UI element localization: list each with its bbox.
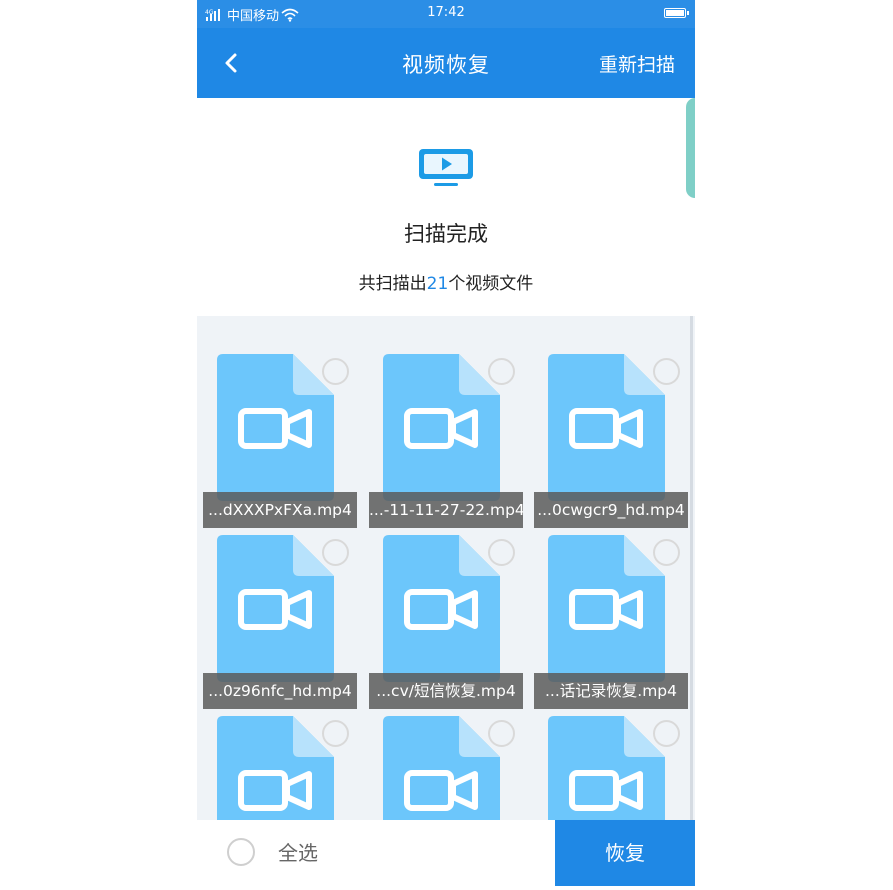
status-time: 17:42 [427,5,465,20]
scan-summary-prefix: 共扫描出 [358,274,427,294]
video-file-icon [217,716,334,820]
video-file-icon [217,354,334,501]
select-all-label: 全选 [278,841,318,865]
file-tile[interactable]: ...dXXXPxFXa.mp4 [197,332,357,528]
video-file-icon [383,354,500,501]
video-file-icon [217,535,334,682]
file-select-checkbox[interactable] [488,720,515,747]
scan-header: 扫描完成 共扫描出21个视频文件 [197,98,695,316]
file-select-checkbox[interactable] [488,539,515,566]
file-select-checkbox[interactable] [653,539,680,566]
file-select-checkbox[interactable] [653,720,680,747]
file-select-checkbox[interactable] [322,358,349,385]
video-file-icon [548,535,665,682]
video-file-icon [383,535,500,682]
scan-complete-title: 扫描完成 [404,222,488,246]
scan-count: 21 [426,274,449,294]
file-tile[interactable] [528,694,688,820]
file-select-checkbox[interactable] [488,358,515,385]
file-select-checkbox[interactable] [322,539,349,566]
grid-scrollbar[interactable] [690,316,693,820]
file-tile[interactable]: ...0z96nfc_hd.mp4 [197,513,357,709]
file-tile[interactable]: ...话记录恢复.mp4 [528,513,688,709]
file-select-checkbox[interactable] [322,720,349,747]
video-file-icon [383,716,500,820]
file-tile[interactable]: ...0cwgcr9_hd.mp4 [528,332,688,528]
video-file-icon [548,716,665,820]
video-file-icon [548,354,665,501]
scan-summary-suffix: 个视频文件 [448,274,534,294]
scroll-indicator[interactable] [686,98,695,198]
video-monitor-icon [419,149,473,186]
select-all-checkbox[interactable] [227,837,255,866]
status-bar: 4G 中国移动 17:42 [197,0,695,28]
select-all-toggle[interactable]: 全选 [227,837,318,866]
rescan-button[interactable]: 重新扫描 [599,50,675,77]
file-select-checkbox[interactable] [653,358,680,385]
file-tile[interactable]: ...-11-11-27-22.mp4 [363,332,523,528]
phone-screen: 4G 中国移动 17:42 视频恢复 重新扫描 扫描完成 共扫描出21个视频文件… [197,0,695,886]
bottom-bar: 全选 恢复 [197,820,695,886]
file-tile[interactable] [363,694,523,820]
restore-button[interactable]: 恢复 [555,820,695,886]
battery-fill [666,10,684,16]
nav-bar: 视频恢复 重新扫描 [197,28,695,98]
file-grid: ...dXXXPxFXa.mp4 ...-11-11-27-22.mp4 ...0c… [197,316,695,820]
scan-summary: 共扫描出21个视频文件 [197,269,695,294]
battery-icon [664,8,689,18]
file-tile[interactable] [197,694,357,820]
file-tile[interactable]: ...cv/短信恢复.mp4 [363,513,523,709]
